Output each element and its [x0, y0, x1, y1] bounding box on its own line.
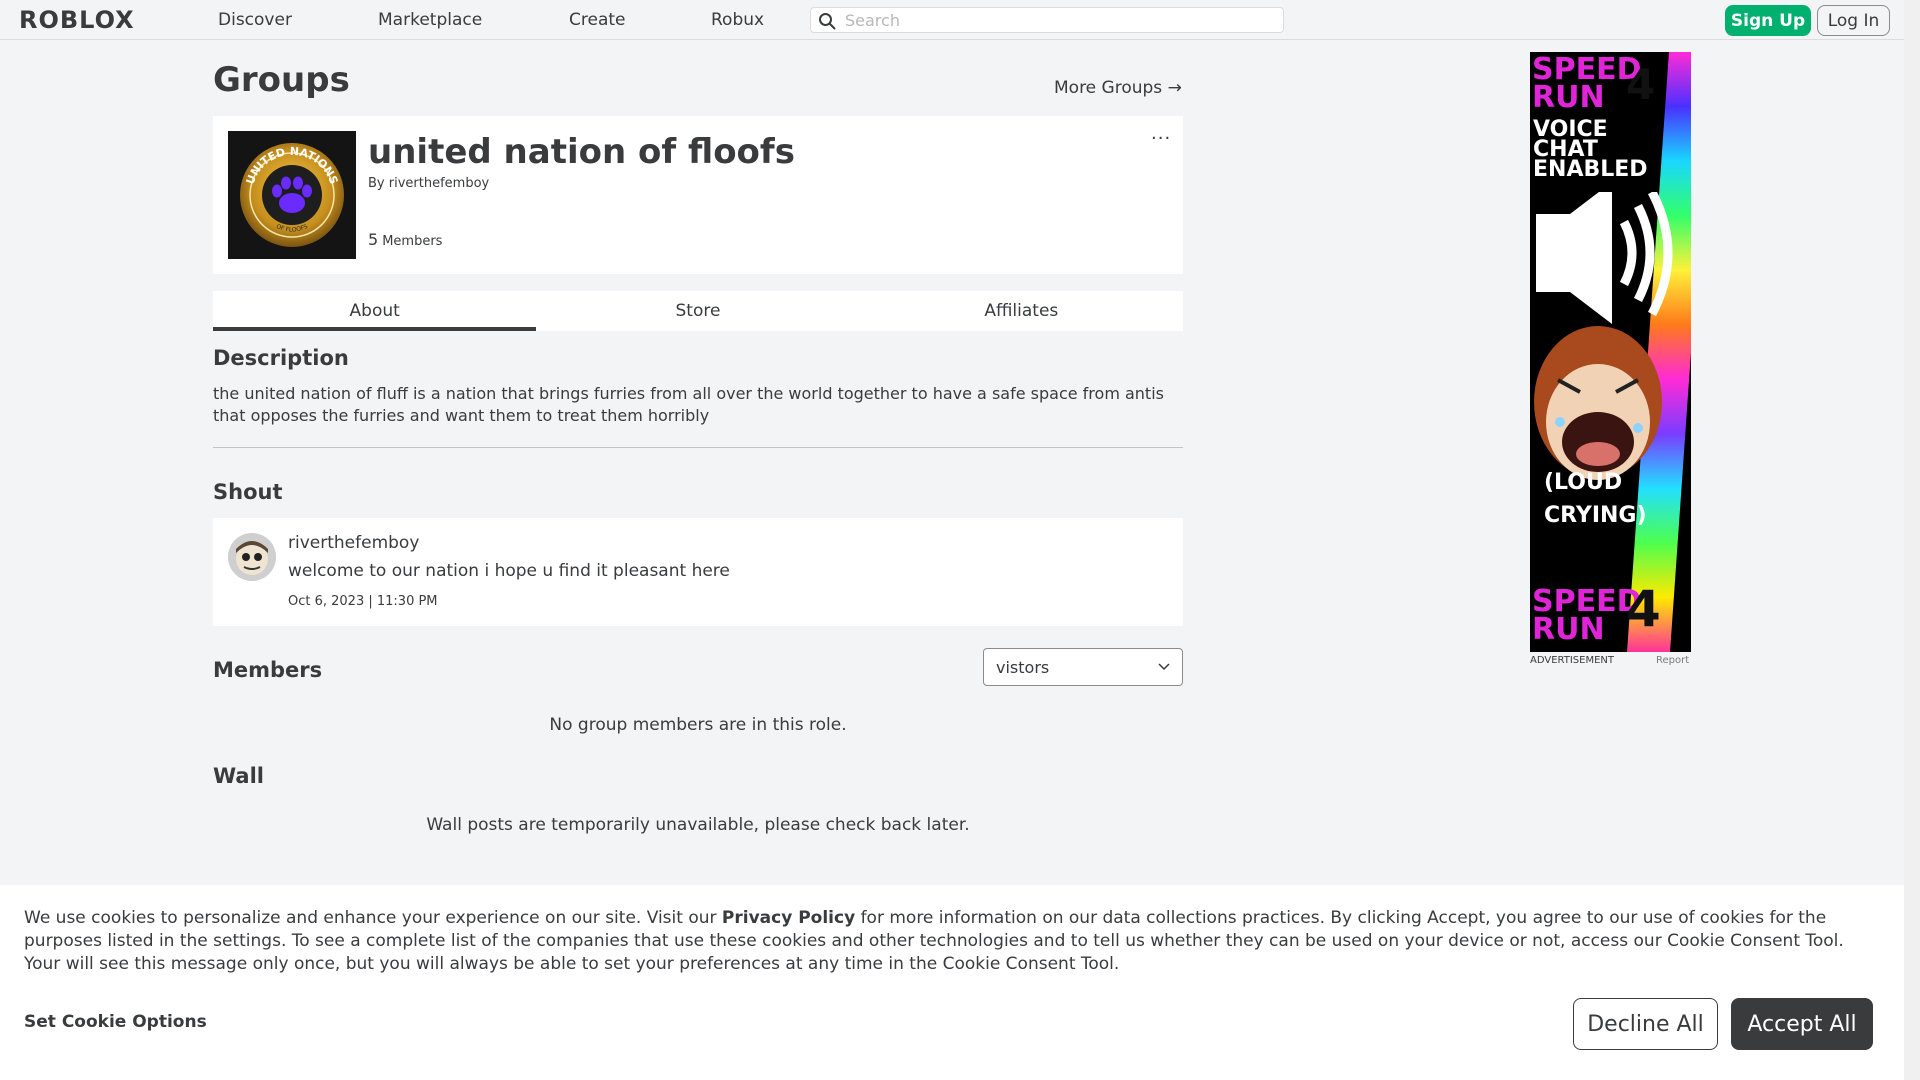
search-box [810, 7, 1284, 33]
group-tabs: About Store Affiliates [213, 291, 1183, 331]
privacy-policy-link[interactable]: Privacy Policy [722, 908, 855, 928]
wall-empty-message: Wall posts are temporarily unavailable, … [426, 815, 970, 835]
nav-robux[interactable]: Robux [711, 10, 764, 30]
report-ad-link[interactable]: Report [1656, 655, 1689, 666]
section-divider [213, 447, 1183, 448]
paw-emblem-icon: UNITED NATIONS OF FLOOFS [228, 131, 356, 259]
crying-face-speaker-icon [1534, 192, 1673, 480]
ad-subtitle: VOICE CHAT ENABLED [1533, 117, 1648, 183]
shout-heading: Shout [213, 480, 283, 504]
decline-all-button[interactable]: Decline All [1573, 998, 1718, 1050]
shout-timestamp: Oct 6, 2023 | 11:30 PM [288, 594, 438, 609]
cookie-text-start: We use cookies to personalize and enhanc… [24, 908, 722, 928]
advertisement-banner[interactable]: SPEED RUN 4 VOICE CHAT ENABLED (LOUD CRY… [1530, 52, 1691, 652]
members-empty-message: No group members are in this role. [549, 715, 847, 735]
search-icon[interactable] [818, 12, 836, 30]
group-emblem: UNITED NATIONS OF FLOOFS [228, 131, 356, 259]
nav-marketplace[interactable]: Marketplace [378, 10, 482, 30]
ad-number-top: 4 [1626, 60, 1656, 109]
more-groups-link[interactable]: More Groups → [1054, 78, 1182, 98]
page-title: Groups [213, 60, 350, 100]
log-in-button[interactable]: Log In [1817, 5, 1890, 36]
ad-number-bottom: 4 [1626, 580, 1661, 638]
more-options-icon[interactable]: ··· [1151, 128, 1171, 149]
ad-caption: (LOUD CRYING) [1544, 470, 1647, 528]
sign-up-button[interactable]: Sign Up [1725, 5, 1811, 36]
shout-message: welcome to our nation i hope u find it p… [288, 561, 730, 581]
accept-all-button[interactable]: Accept All [1731, 998, 1873, 1050]
group-owner: By riverthefemboy [368, 176, 489, 191]
shout-user-link[interactable]: riverthefemboy [288, 533, 419, 553]
tab-about[interactable]: About [213, 291, 537, 331]
avatar-icon [228, 533, 276, 581]
avatar[interactable] [228, 533, 276, 581]
group-name: united nation of floofs [368, 132, 795, 172]
shout-card: riverthefemboy welcome to our nation i h… [213, 518, 1183, 626]
group-owner-link[interactable]: riverthefemboy [389, 176, 489, 191]
tab-store[interactable]: Store [536, 291, 859, 331]
advertisement-label: ADVERTISEMENT [1530, 655, 1615, 666]
search-input[interactable] [843, 9, 1273, 31]
group-owner-prefix: By [368, 176, 385, 191]
nav-discover[interactable]: Discover [218, 10, 292, 30]
member-count-value: 5 [368, 230, 379, 249]
cookie-message: We use cookies to personalize and enhanc… [24, 907, 1884, 976]
page-scrollbar[interactable] [1904, 0, 1920, 1080]
nav-create[interactable]: Create [569, 10, 626, 30]
description-heading: Description [213, 346, 349, 370]
wall-heading: Wall [213, 764, 264, 788]
roblox-logo[interactable]: ROBLOX [19, 6, 135, 34]
members-heading: Members [213, 658, 323, 682]
member-count-label: Members [382, 234, 443, 249]
group-header-card: UNITED NATIONS OF FLOOFS united nation o… [213, 116, 1183, 274]
set-cookie-options-link[interactable]: Set Cookie Options [24, 1012, 207, 1032]
cookie-consent-banner: We use cookies to personalize and enhanc… [0, 885, 1904, 1080]
description-text: the united nation of fluff is a nation t… [213, 384, 1164, 425]
group-member-count: 5 Members [368, 230, 442, 249]
role-select[interactable]: vistors [983, 648, 1183, 686]
role-select-value: vistors [996, 657, 1050, 677]
tab-affiliates[interactable]: Affiliates [860, 291, 1183, 331]
top-navigation-bar: ROBLOX Discover Marketplace Create Robux… [0, 0, 1920, 40]
chevron-down-icon [1158, 663, 1170, 671]
